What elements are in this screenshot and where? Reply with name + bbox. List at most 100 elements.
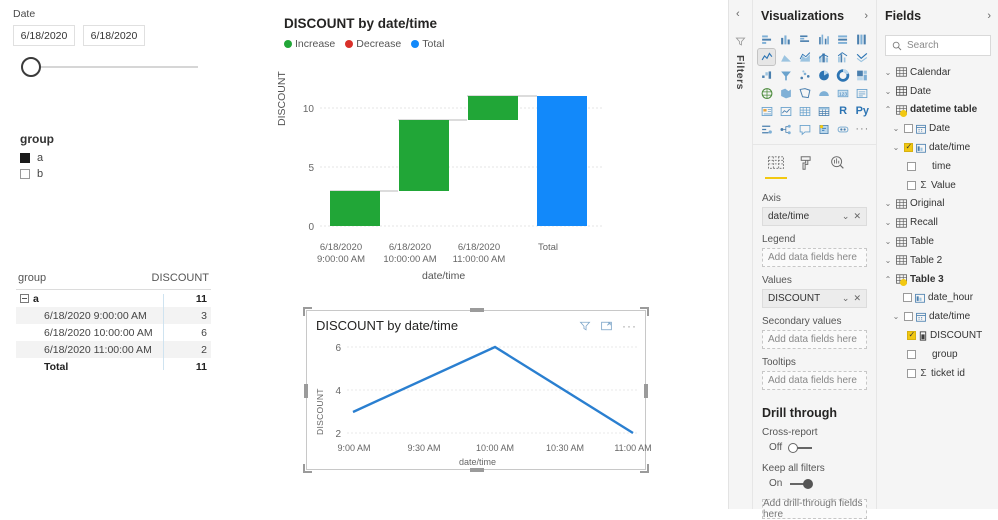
- analytics-tab[interactable]: [829, 155, 846, 179]
- arcgis-map-icon[interactable]: [815, 85, 832, 101]
- field-checkbox[interactable]: [904, 142, 913, 153]
- focus-mode-icon[interactable]: [600, 320, 613, 332]
- treemap-icon[interactable]: [854, 67, 871, 83]
- field-date-hour[interactable]: date_hour: [877, 289, 998, 308]
- table-row[interactable]: 6/18/2020 11:00:00 AM 2: [16, 341, 211, 358]
- table-row[interactable]: 6/18/2020 10:00:00 AM 6: [16, 324, 211, 341]
- field-value-measure[interactable]: Σ Value: [877, 176, 998, 195]
- field-table-datetime-table[interactable]: ⌃ datetime table: [877, 101, 998, 120]
- map-icon[interactable]: [758, 85, 775, 101]
- chevron-down-icon[interactable]: ⌄: [883, 68, 893, 77]
- field-checkbox[interactable]: [904, 312, 913, 322]
- checkbox-icon[interactable]: [20, 153, 30, 163]
- line-clustered-column-chart-icon[interactable]: [835, 49, 852, 65]
- line-stacked-column-chart-icon[interactable]: [815, 49, 832, 65]
- field-checkbox[interactable]: [907, 349, 916, 359]
- table-row-total[interactable]: Total 11: [16, 358, 211, 375]
- chevron-down-icon[interactable]: ⌄: [891, 143, 901, 152]
- slider-handle-start[interactable]: [21, 57, 41, 77]
- well-axis[interactable]: date/time ⌄ ✕: [762, 207, 867, 226]
- checkbox-icon[interactable]: [20, 169, 30, 179]
- table-row[interactable]: a 11: [16, 290, 211, 307]
- chevron-down-icon[interactable]: ⌄: [883, 87, 893, 96]
- field-checkbox[interactable]: [907, 161, 916, 171]
- decomposition-tree-icon[interactable]: [777, 121, 794, 137]
- date-start-input[interactable]: 6/18/2020: [13, 25, 75, 46]
- well-field-chip[interactable]: DISCOUNT: [768, 293, 820, 304]
- key-influencers-icon[interactable]: [758, 121, 775, 137]
- ribbon-chart-icon[interactable]: [854, 49, 871, 65]
- resize-handle-bottom[interactable]: [470, 468, 484, 472]
- chevron-right-icon[interactable]: ›: [987, 10, 991, 22]
- field-table-calendar[interactable]: ⌄ Calendar: [877, 63, 998, 82]
- toggle-switch-icon[interactable]: [788, 442, 814, 453]
- matrix-visual[interactable]: group DISCOUNT a 11 6/18/2020 9:00:00 AM…: [16, 272, 211, 375]
- field-table-table-3[interactable]: ⌃ Table 3: [877, 270, 998, 289]
- field-checkbox[interactable]: [907, 368, 916, 378]
- resize-handle-left[interactable]: [304, 384, 308, 398]
- clustered-column-chart-icon[interactable]: [815, 31, 832, 47]
- filled-map-icon[interactable]: [777, 85, 794, 101]
- field-table-date[interactable]: ⌄ Date: [877, 82, 998, 101]
- stacked-area-chart-icon[interactable]: [796, 49, 813, 65]
- card-icon[interactable]: [854, 85, 871, 101]
- waterfall-chart-icon[interactable]: [758, 67, 775, 83]
- well-secondary-values[interactable]: Add data fields here: [762, 330, 867, 349]
- resize-handle-br[interactable]: [640, 464, 649, 473]
- chevron-down-icon[interactable]: ⌄: [883, 237, 893, 246]
- field-date-hierarchy[interactable]: ⌄ Date: [877, 119, 998, 138]
- group-slicer-item-a[interactable]: a: [20, 152, 54, 164]
- chevron-down-icon[interactable]: ⌄: [883, 218, 893, 227]
- funnel-chart-icon[interactable]: [777, 67, 794, 83]
- chevron-down-icon[interactable]: ⌄: [842, 293, 850, 304]
- format-tab[interactable]: [799, 155, 815, 179]
- date-slicer-visual[interactable]: Date 6/18/2020 6/18/2020: [13, 8, 203, 77]
- cross-report-toggle[interactable]: Off: [769, 442, 876, 453]
- field-table-table-2[interactable]: ⌄ Table 2: [877, 251, 998, 270]
- well-tooltips[interactable]: Add data fields here: [762, 371, 867, 390]
- multi-row-card-icon[interactable]: [758, 103, 775, 119]
- field-time[interactable]: time: [877, 157, 998, 176]
- remove-field-icon[interactable]: ✕: [853, 211, 861, 222]
- 100-stacked-bar-chart-icon[interactable]: [835, 31, 852, 47]
- chevron-right-icon[interactable]: ›: [864, 10, 868, 22]
- qa-icon[interactable]: [796, 121, 813, 137]
- chevron-up-icon[interactable]: ⌃: [883, 105, 893, 114]
- line-chart-visual[interactable]: DISCOUNT by date/time ··· DISCOUNT 6 4 2: [303, 307, 652, 473]
- field-table-recall[interactable]: ⌄ Recall: [877, 213, 998, 232]
- well-field-chip[interactable]: date/time: [768, 211, 809, 222]
- chevron-down-icon[interactable]: ⌄: [883, 256, 893, 265]
- resize-handle-tl[interactable]: [303, 307, 312, 316]
- more-visuals-icon[interactable]: ···: [854, 121, 871, 137]
- chevron-down-icon[interactable]: ⌄: [842, 211, 850, 222]
- smart-narrative-icon[interactable]: [815, 121, 832, 137]
- table-row[interactable]: 6/18/2020 9:00:00 AM 3: [16, 307, 211, 324]
- clustered-bar-chart-icon[interactable]: [796, 31, 813, 47]
- search-input[interactable]: Search: [885, 35, 991, 56]
- chevron-down-icon[interactable]: ⌄: [883, 199, 893, 208]
- field-group[interactable]: group: [877, 345, 998, 364]
- resize-handle-bl[interactable]: [303, 464, 312, 473]
- donut-chart-icon[interactable]: [835, 67, 852, 83]
- collapse-icon[interactable]: [20, 294, 29, 303]
- kpi-icon[interactable]: [777, 103, 794, 119]
- fields-tab[interactable]: [765, 155, 787, 179]
- resize-handle-right[interactable]: [644, 384, 648, 398]
- area-chart-icon[interactable]: [777, 49, 794, 65]
- well-legend[interactable]: Add data fields here: [762, 248, 867, 267]
- resize-handle-tr[interactable]: [640, 307, 649, 316]
- more-options-icon[interactable]: ···: [622, 320, 637, 332]
- r-script-visual-icon[interactable]: R: [835, 103, 852, 119]
- gauge-icon[interactable]: 123: [835, 85, 852, 101]
- py-script-visual-icon[interactable]: Py: [854, 103, 871, 119]
- chevron-down-icon[interactable]: ⌄: [891, 124, 901, 133]
- slicer-icon[interactable]: [796, 103, 813, 119]
- pie-chart-icon[interactable]: [815, 67, 832, 83]
- stacked-column-chart-icon[interactable]: [777, 31, 794, 47]
- stacked-bar-chart-icon[interactable]: [758, 31, 775, 47]
- drill-through-drop-zone[interactable]: Add drill-through fields here: [762, 498, 867, 520]
- legend-item-decrease[interactable]: Decrease: [345, 38, 401, 50]
- chevron-down-icon[interactable]: ⌄: [891, 312, 901, 321]
- field-ticket-id[interactable]: Σ ticket id: [877, 364, 998, 383]
- field-table-original[interactable]: ⌄ Original: [877, 195, 998, 214]
